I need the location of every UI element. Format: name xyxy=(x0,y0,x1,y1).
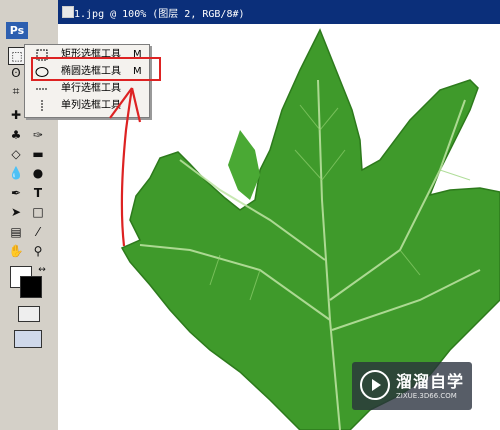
annotation-arrow xyxy=(109,87,142,247)
